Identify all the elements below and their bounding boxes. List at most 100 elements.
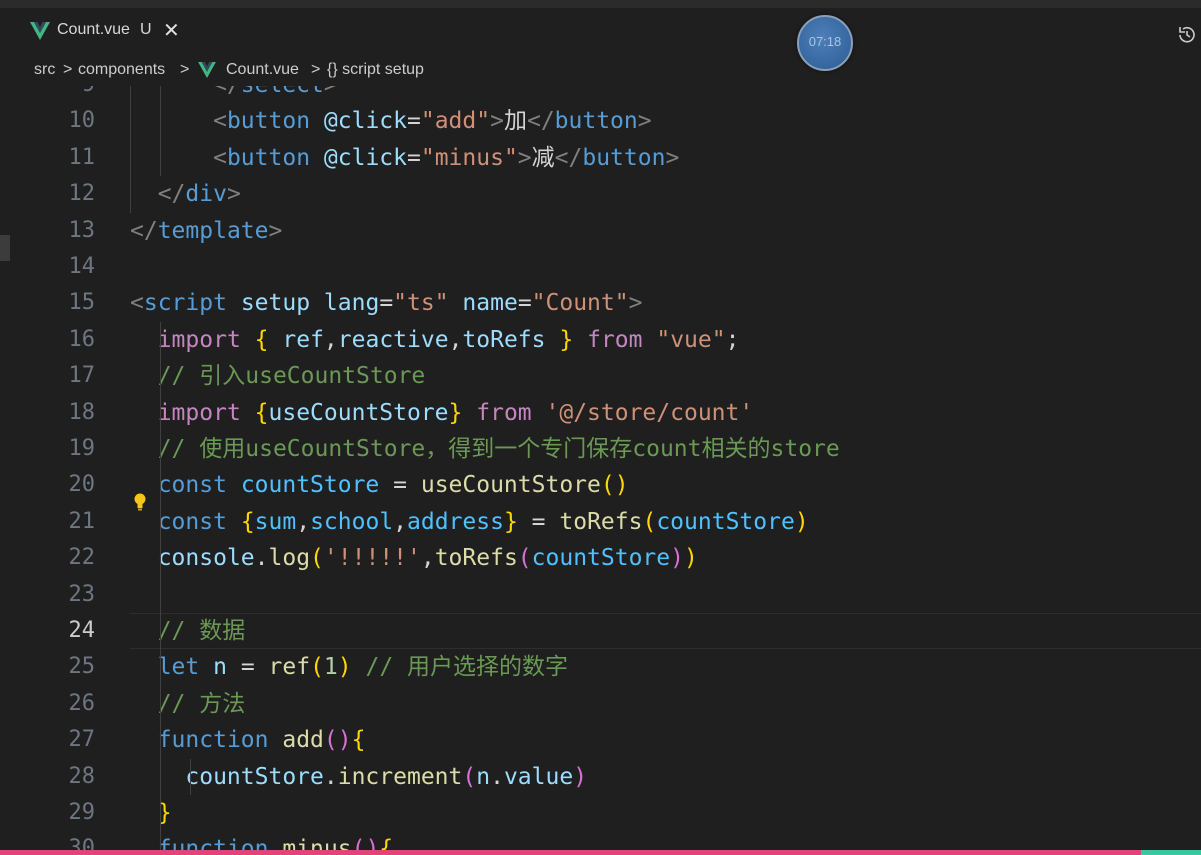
code-token: < — [213, 144, 227, 171]
code-token: lang — [323, 290, 380, 317]
breadcrumb-src[interactable]: src — [34, 61, 55, 79]
line-number: 9 — [0, 86, 95, 103]
line-number: 21 — [68, 508, 96, 534]
code-line[interactable]: 17 // 引入useCountStore — [0, 358, 1201, 394]
scroll-marker — [0, 235, 10, 261]
code-token: button — [226, 144, 311, 171]
code-line[interactable]: 15 <script setup lang="ts" name="Count"> — [0, 285, 1201, 321]
code-line[interactable]: 16 import { ref,reactive,toRefs } from "… — [0, 322, 1201, 358]
code-token: > — [324, 86, 338, 98]
indent-guide — [130, 86, 131, 213]
code-token: () — [600, 472, 629, 499]
title-strip — [0, 0, 1201, 8]
breadcrumb-script-setup[interactable]: {} script setup — [327, 61, 424, 79]
code-token: ref — [268, 654, 311, 681]
code-text: const countStore = useCountStore() — [130, 467, 629, 503]
code-token: </ — [213, 86, 241, 98]
code-token: , — [323, 326, 338, 353]
code-token: "vue" — [656, 326, 726, 353]
code-token: @click — [323, 144, 407, 171]
code-line[interactable]: 10 <button @click="add">加</button> — [0, 103, 1201, 139]
code-token: console — [157, 545, 255, 572]
code-token: value — [503, 763, 574, 790]
code-token: > — [665, 144, 680, 171]
code-editor[interactable]: 9 </select>10 <button @click="add">加</bu… — [0, 86, 1201, 855]
code-token: useCountStore — [268, 399, 449, 426]
indent-guide — [160, 86, 161, 177]
code-token: ( — [310, 545, 324, 572]
code-text: const {sum,school,address} = toRefs(coun… — [130, 504, 809, 540]
code-token: // 方法 — [157, 690, 246, 717]
code-token: toRefs — [462, 326, 546, 353]
code-token: > — [517, 144, 532, 171]
code-token: { — [351, 727, 366, 754]
code-line[interactable]: 28 countStore.increment(n.value) — [0, 759, 1201, 795]
code-line[interactable]: 20 const countStore = useCountStore() — [0, 467, 1201, 503]
code-token: ( — [517, 545, 532, 572]
code-token: button — [582, 144, 666, 171]
line-number: 16 — [68, 326, 96, 352]
breadcrumb-file[interactable]: Count.vue — [226, 61, 299, 79]
code-line[interactable]: 27 function add(){ — [0, 722, 1201, 758]
line-number: 10 — [68, 108, 96, 134]
code-token: const — [157, 508, 227, 535]
code-line[interactable]: 9 </select> — [0, 86, 1201, 103]
code-line[interactable]: 26 // 方法 — [0, 686, 1201, 722]
tab-count-vue[interactable]: Count.vue U ✕ — [14, 8, 192, 56]
line-number: 20 — [68, 472, 96, 498]
close-icon[interactable]: ✕ — [163, 18, 180, 42]
code-text: </select> — [130, 86, 338, 103]
code-token: ) — [337, 654, 352, 681]
code-line[interactable]: 13 </template> — [0, 213, 1201, 249]
code-text: // 使用useCountStore，得到一个专门保存count相关的store — [130, 431, 840, 467]
code-token: </ — [157, 181, 186, 208]
code-line[interactable]: 11 <button @click="minus">减</button> — [0, 140, 1201, 176]
breadcrumb-separator: > — [63, 61, 73, 78]
code-token: < — [130, 290, 144, 317]
history-icon[interactable] — [1176, 24, 1198, 46]
current-line-highlight — [130, 613, 1201, 649]
code-token: . — [323, 763, 338, 790]
code-line[interactable]: 14 — [0, 249, 1201, 285]
code-token: const — [157, 472, 227, 499]
code-token: '!!!!!' — [323, 545, 421, 572]
code-line[interactable]: 23 — [0, 577, 1201, 613]
code-token: from — [587, 326, 643, 353]
code-text: <script setup lang="ts" name="Count"> — [130, 285, 642, 321]
code-token: </ — [130, 217, 158, 244]
code-line[interactable]: 21 const {sum,school,address} = toRefs(c… — [0, 504, 1201, 540]
code-token: increment — [337, 763, 463, 790]
code-line[interactable]: 24 // 数据 — [0, 613, 1201, 649]
code-line[interactable]: 18 import {useCountStore} from '@/store/… — [0, 395, 1201, 431]
code-text: function add(){ — [130, 722, 366, 758]
code-line[interactable]: 12 </div> — [0, 176, 1201, 212]
breadcrumb-components[interactable]: components — [78, 61, 165, 79]
lightbulb-icon[interactable] — [133, 491, 147, 513]
code-token: "add" — [420, 108, 491, 135]
code-line[interactable]: 29 } — [0, 795, 1201, 831]
code-line[interactable]: 22 console.log('!!!!!',toRefs(countStore… — [0, 540, 1201, 576]
code-token: { — [254, 399, 269, 426]
line-number: 17 — [68, 363, 96, 389]
line-number: 27 — [68, 727, 96, 753]
code-token: = — [226, 654, 269, 681]
code-token: 减 — [531, 144, 555, 171]
code-token: import — [157, 326, 241, 353]
code-token: function — [157, 727, 269, 754]
code-line[interactable]: 19 // 使用useCountStore，得到一个专门保存count相关的st… — [0, 431, 1201, 467]
code-line[interactable]: 25 let n = ref(1) // 用户选择的数字 — [0, 649, 1201, 685]
line-number: 18 — [68, 399, 96, 425]
line-number: 13 — [68, 217, 96, 243]
code-token: > — [226, 181, 241, 208]
